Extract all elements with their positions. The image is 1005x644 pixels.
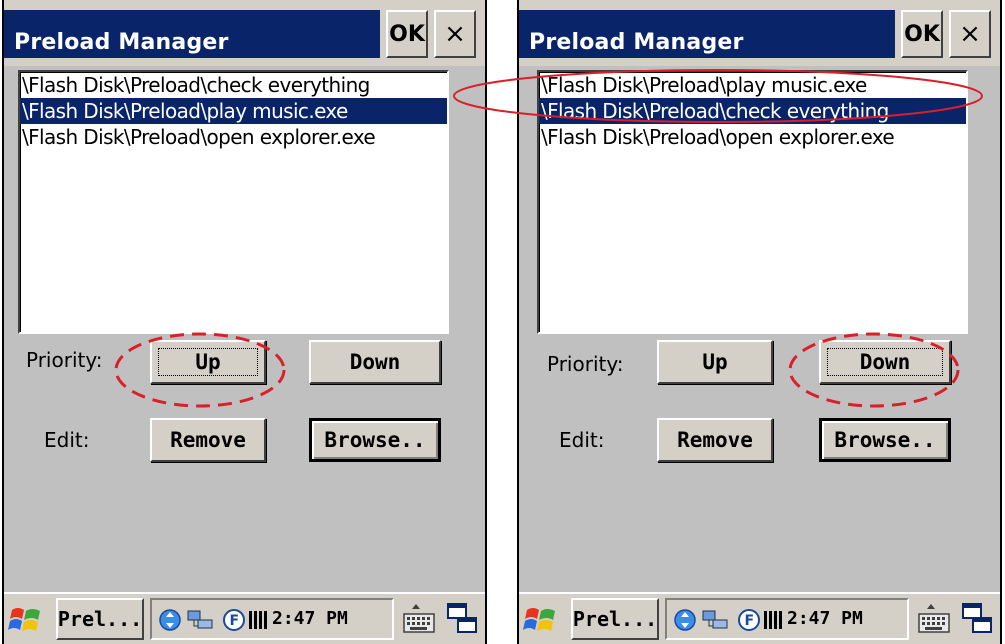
close-icon: × xyxy=(444,19,466,49)
network-icon[interactable] xyxy=(701,608,731,632)
browse-button-label: Browse.. xyxy=(834,428,936,452)
device-screen-right: Preload Manager OK × \Flash Disk\Preload… xyxy=(517,0,1002,644)
up-button-label: Up xyxy=(702,350,728,374)
close-button[interactable]: × xyxy=(434,10,476,58)
system-tray: F 2:47 PM xyxy=(665,598,909,640)
list-item-selected[interactable]: \Flash Disk\Preload\check everything xyxy=(539,98,966,124)
task-button-preload[interactable]: Prel... xyxy=(56,598,144,640)
list-item[interactable]: \Flash Disk\Preload\open explorer.exe xyxy=(539,124,966,150)
list-item-selected[interactable]: \Flash Disk\Preload\play music.exe xyxy=(20,98,447,124)
edit-label: Edit: xyxy=(559,428,605,452)
focus-rect xyxy=(827,348,943,376)
down-button[interactable]: Down xyxy=(309,340,441,384)
remove-button-label: Remove xyxy=(677,428,753,452)
list-item[interactable]: \Flash Disk\Preload\play music.exe xyxy=(539,72,966,98)
focus-rect xyxy=(158,348,258,376)
desktop-icon[interactable] xyxy=(961,600,993,638)
keyboard-icon[interactable] xyxy=(400,600,438,638)
taskbar: Prel... F 2:47 PM xyxy=(519,592,1000,644)
list-item[interactable]: \Flash Disk\Preload\check everything xyxy=(20,72,447,98)
window-title: Preload Manager xyxy=(14,30,229,55)
remove-button-label: Remove xyxy=(170,428,246,452)
device-screen-left: Preload Manager OK × \Flash Disk\Preload… xyxy=(2,0,487,644)
svg-text:F: F xyxy=(230,613,240,629)
sync-icon[interactable] xyxy=(158,608,182,632)
svg-text:F: F xyxy=(745,613,755,629)
list-item[interactable]: \Flash Disk\Preload\open explorer.exe xyxy=(20,124,447,150)
priority-label: Priority: xyxy=(547,352,624,376)
network-icon[interactable] xyxy=(186,608,216,632)
f-key-icon[interactable]: F xyxy=(222,608,246,632)
task-button-preload[interactable]: Prel... xyxy=(571,598,659,640)
preload-list[interactable]: \Flash Disk\Preload\check everything \Fl… xyxy=(18,70,449,334)
battery-icon[interactable] xyxy=(248,608,268,632)
keyboard-icon[interactable] xyxy=(915,600,953,638)
remove-button[interactable]: Remove xyxy=(657,418,773,462)
up-button[interactable]: Up xyxy=(150,340,266,384)
title-bar-fill: Preload Manager xyxy=(4,10,380,58)
f-key-icon[interactable]: F xyxy=(737,608,761,632)
battery-icon[interactable] xyxy=(763,608,783,632)
title-bar: Preload Manager OK × xyxy=(4,0,485,66)
remove-button[interactable]: Remove xyxy=(150,418,266,462)
desktop-icon[interactable] xyxy=(446,600,478,638)
up-button[interactable]: Up xyxy=(657,340,773,384)
ok-button[interactable]: OK xyxy=(901,10,943,58)
window-title: Preload Manager xyxy=(529,30,744,55)
priority-label: Priority: xyxy=(26,348,103,372)
windows-start-icon[interactable] xyxy=(523,602,559,638)
clock[interactable]: 2:47 PM xyxy=(787,608,863,629)
ok-button[interactable]: OK xyxy=(386,10,428,58)
sync-icon[interactable] xyxy=(673,608,697,632)
windows-start-icon[interactable] xyxy=(8,602,44,638)
down-button[interactable]: Down xyxy=(819,340,951,384)
taskbar: Prel... F 2:47 PM xyxy=(4,592,485,644)
clock[interactable]: 2:47 PM xyxy=(272,608,348,629)
title-bar-fill: Preload Manager xyxy=(519,10,895,58)
system-tray: F 2:47 PM xyxy=(150,598,394,640)
preload-list[interactable]: \Flash Disk\Preload\play music.exe \Flas… xyxy=(537,70,968,334)
browse-button[interactable]: Browse.. xyxy=(309,418,441,462)
edit-label: Edit: xyxy=(44,428,90,452)
browse-button-label: Browse.. xyxy=(324,428,426,452)
browse-button[interactable]: Browse.. xyxy=(819,418,951,462)
title-bar: Preload Manager OK × xyxy=(519,0,1000,66)
close-button[interactable]: × xyxy=(949,10,991,58)
close-icon: × xyxy=(959,19,981,49)
down-button-label: Down xyxy=(349,350,401,374)
